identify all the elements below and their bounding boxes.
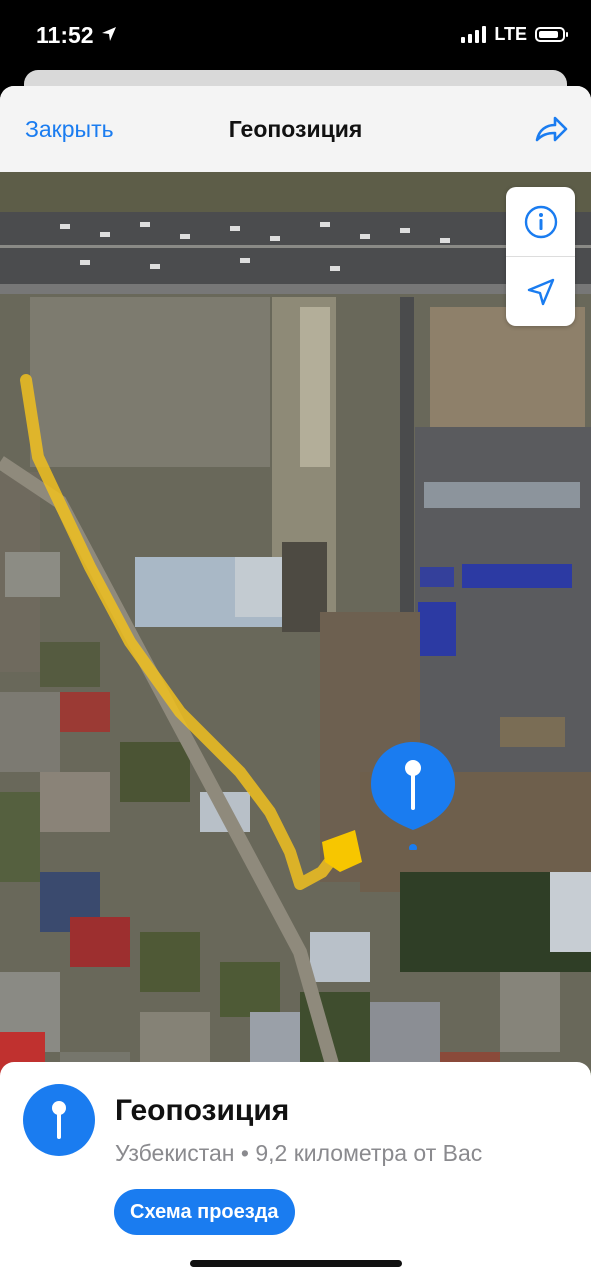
battery-icon (535, 27, 568, 42)
status-indicators: LTE (461, 24, 568, 45)
nav-bar: Закрыть Геопозиция (0, 86, 591, 172)
place-country: Узбекистан (115, 1140, 235, 1166)
signal-icon (461, 26, 487, 43)
directions-button[interactable]: Схема проезда (114, 1189, 295, 1235)
place-panel: Геопозиция Узбекистан • 9,2 километра от… (0, 1062, 591, 1280)
network-type: LTE (494, 24, 527, 44)
map-pin-icon[interactable] (367, 738, 459, 850)
separator-dot: • (240, 1140, 249, 1166)
place-distance: 9,2 километра от Вас (255, 1140, 483, 1166)
info-icon[interactable] (506, 187, 575, 256)
map-controls (506, 187, 575, 326)
location-arrow-icon[interactable] (506, 257, 575, 326)
battery-level (539, 31, 558, 38)
place-subtitle: Узбекистан • 9,2 километра от Вас (115, 1140, 482, 1167)
home-indicator[interactable] (190, 1260, 402, 1267)
status-time: 11:52 (36, 22, 94, 48)
place-title: Геопозиция (115, 1094, 290, 1127)
share-icon[interactable] (531, 110, 571, 150)
page-title: Геопозиция (228, 116, 363, 142)
status-bar: 11:52 LTE (0, 0, 591, 72)
satellite-map[interactable] (0, 172, 591, 1162)
place-pin-icon (23, 1084, 95, 1156)
location-arrow-icon (101, 26, 117, 47)
